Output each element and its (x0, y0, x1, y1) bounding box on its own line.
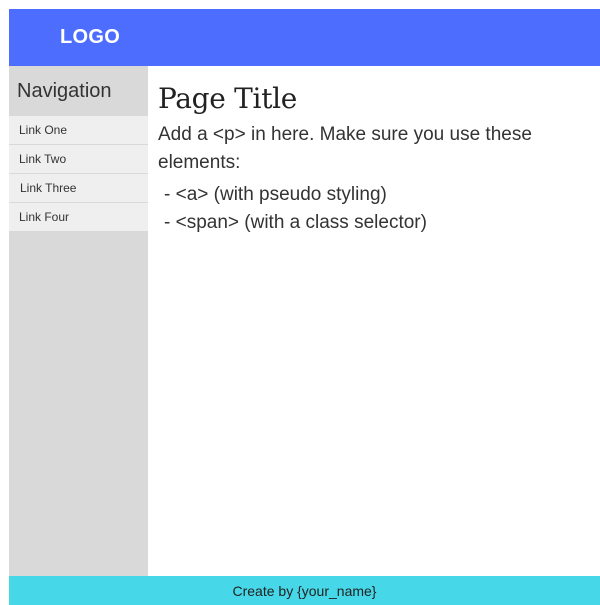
nav-link-one[interactable]: Link One (9, 116, 148, 145)
footer-text: Create by {your_name} (232, 582, 377, 599)
logo[interactable]: LOGO (60, 26, 120, 49)
sidebar: Navigation Link One Link Two Link Three … (9, 66, 148, 576)
nav-link-two[interactable]: Link Two (9, 145, 148, 174)
nav-link-four[interactable]: Link Four (9, 203, 148, 231)
page-title: Page Title (158, 82, 298, 115)
nav-list: Link One Link Two Link Three Link Four (9, 116, 148, 231)
nav-link-three[interactable]: Link Three (9, 174, 148, 203)
list-item: - <span> (with a class selector) (164, 212, 427, 233)
header-bar: LOGO (9, 9, 600, 66)
footer-bar: Create by {your_name} (9, 576, 600, 605)
intro-paragraph: Add a <p> in here. Make sure you use the… (158, 124, 532, 173)
element-list: - <a> (with pseudo styling) - <span> (wi… (158, 181, 600, 237)
nav-heading: Navigation (17, 79, 112, 102)
main-content: Page Title Add a <p> in here. Make sure … (148, 66, 600, 576)
list-item: - <a> (with pseudo styling) (164, 184, 387, 205)
